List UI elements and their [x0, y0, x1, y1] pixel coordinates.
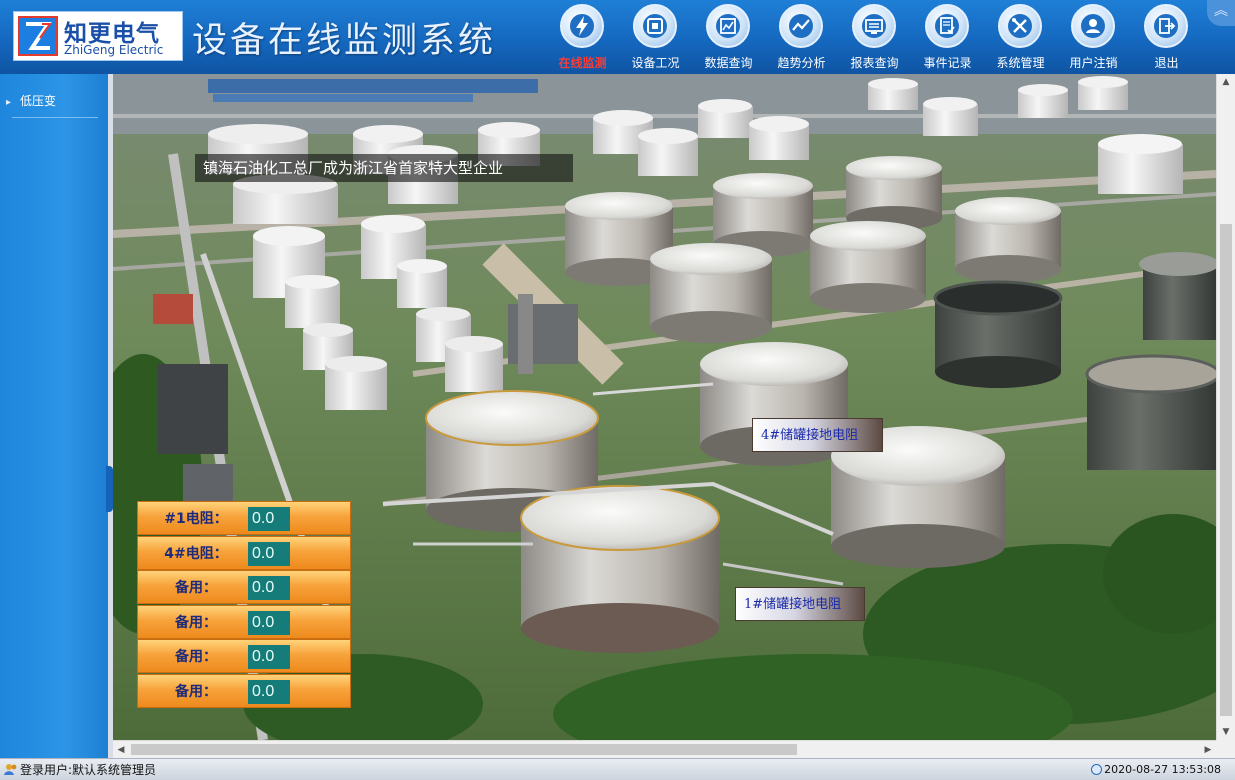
- nav-label: 事件记录: [923, 56, 972, 70]
- reading-row: 备用： 0.0: [137, 639, 351, 673]
- tools-icon: [998, 4, 1042, 48]
- app-title: 设备在线监测系统: [192, 21, 497, 61]
- reading-value: 0.0: [248, 679, 290, 704]
- trend-chart-icon: [779, 4, 823, 48]
- nav-label: 在线监测: [558, 56, 607, 70]
- user-icon: [1071, 4, 1115, 48]
- nav-user-logout[interactable]: 用户注销: [1057, 0, 1130, 74]
- status-user-text: 登录用户:默认系统管理员: [20, 763, 157, 777]
- nav-label: 设备工况: [631, 56, 680, 70]
- reading-value: 0.0: [248, 576, 290, 600]
- sidebar-item-label: 低压变: [20, 94, 57, 108]
- users-icon: [4, 764, 17, 775]
- reading-row: #1电阻： 0.0: [137, 501, 351, 535]
- nav-system-admin[interactable]: 系统管理: [984, 0, 1057, 74]
- tank-4-grounding-label[interactable]: 4#储罐接地电阻: [752, 418, 883, 452]
- reading-row: 备用： 0.0: [137, 570, 351, 604]
- nav-label: 用户注销: [1069, 56, 1118, 70]
- clock-icon: [1091, 764, 1103, 775]
- scroll-right-icon[interactable]: ▶: [1200, 741, 1216, 759]
- reading-label: 备用：: [175, 580, 217, 596]
- reading-label: 备用：: [175, 649, 217, 665]
- scroll-down-icon[interactable]: ▼: [1217, 724, 1235, 740]
- vertical-scrollbar[interactable]: ▲ ▼: [1216, 74, 1235, 740]
- nav-label: 趋势分析: [777, 56, 826, 70]
- reading-value: 0.0: [248, 507, 290, 531]
- report-icon: [852, 4, 896, 48]
- chevron-right-icon: ▸: [6, 97, 12, 108]
- nav-label: 报表查询: [850, 56, 899, 70]
- reading-label: 备用：: [175, 683, 217, 700]
- logo: 知更电气 ZhiGeng Electric: [13, 11, 183, 61]
- event-log-icon: [925, 4, 969, 48]
- data-query-icon: [706, 4, 750, 48]
- horizontal-scroll-thumb[interactable]: [131, 744, 797, 755]
- reading-label: 备用：: [175, 614, 217, 631]
- nav-report-query[interactable]: 报表查询: [838, 0, 911, 74]
- logo-text-en: ZhiGeng Electric: [64, 43, 164, 57]
- reading-row: 4#电阻： 0.0: [137, 535, 351, 570]
- scene-banner-text: 镇海石油化工总厂成为浙江省首家特大型企业: [195, 154, 573, 182]
- nav-equipment-status[interactable]: 设备工况: [619, 0, 692, 74]
- nav-online-monitor[interactable]: 在线监测: [546, 0, 619, 74]
- reading-label: #1电阻：: [164, 511, 228, 527]
- nav-label: 退出: [1154, 56, 1179, 70]
- reading-value: 0.0: [248, 645, 290, 669]
- scroll-up-icon[interactable]: ▲: [1217, 74, 1235, 90]
- nav-data-query[interactable]: 数据查询: [692, 0, 765, 74]
- reading-value: 0.0: [248, 541, 290, 566]
- sidebar-toggle-handle[interactable]: [106, 466, 113, 512]
- lightning-icon: [560, 4, 604, 48]
- sidebar-item-low-voltage[interactable]: ▸ 低压变: [6, 88, 98, 118]
- header-bar: 知更电气 ZhiGeng Electric 设备在线监测系统 在线监测 设备工况: [0, 0, 1235, 74]
- nav-label: 数据查询: [704, 56, 753, 70]
- status-bar: 登录用户:默认系统管理员 2020-08-27 13:53:08: [0, 758, 1235, 780]
- exit-icon: [1144, 4, 1188, 48]
- nav-event-log[interactable]: 事件记录: [911, 0, 984, 74]
- scrollbar-corner: [1216, 740, 1235, 758]
- nav-exit[interactable]: 退出: [1130, 0, 1203, 74]
- horizontal-scrollbar[interactable]: ◀ ▶: [113, 740, 1216, 758]
- reading-row: 备用： 0.0: [137, 673, 351, 708]
- chevron-up-icon: ︽: [1214, 3, 1228, 19]
- main-nav: 在线监测 设备工况 数据查询 趋势分析 报表查询 事件记录 系统管理 用户注销 …: [546, 0, 1203, 74]
- sidebar: ▸ 低压变: [0, 74, 113, 758]
- collapse-header-button[interactable]: ︽: [1207, 0, 1235, 26]
- nav-label: 系统管理: [996, 56, 1045, 70]
- plant-scene: 镇海石油化工总厂成为浙江省首家特大型企业 4#储罐接地电阻 1#储罐接地电阻 #…: [113, 74, 1216, 740]
- reading-row: 备用： 0.0: [137, 604, 351, 639]
- resistance-readings-panel: #1电阻： 0.0 4#电阻： 0.0 备用： 0.0 备用： 0.0 备用： …: [137, 501, 351, 708]
- logo-mark-icon: [18, 16, 58, 56]
- nav-trend-analysis[interactable]: 趋势分析: [765, 0, 838, 74]
- status-datetime-text: 2020-08-27 13:53:08: [1104, 763, 1221, 776]
- tank-1-grounding-label[interactable]: 1#储罐接地电阻: [735, 587, 865, 621]
- equipment-icon: [633, 4, 677, 48]
- app-window: 知更电气 ZhiGeng Electric 设备在线监测系统 在线监测 设备工况: [0, 0, 1235, 780]
- status-datetime: 2020-08-27 13:53:08: [1091, 761, 1221, 779]
- reading-label: 4#电阻：: [164, 545, 228, 562]
- status-user: 登录用户:默认系统管理员: [4, 761, 156, 779]
- vertical-scroll-thumb[interactable]: [1220, 224, 1232, 716]
- reading-value: 0.0: [248, 610, 290, 635]
- scroll-left-icon[interactable]: ◀: [113, 741, 129, 759]
